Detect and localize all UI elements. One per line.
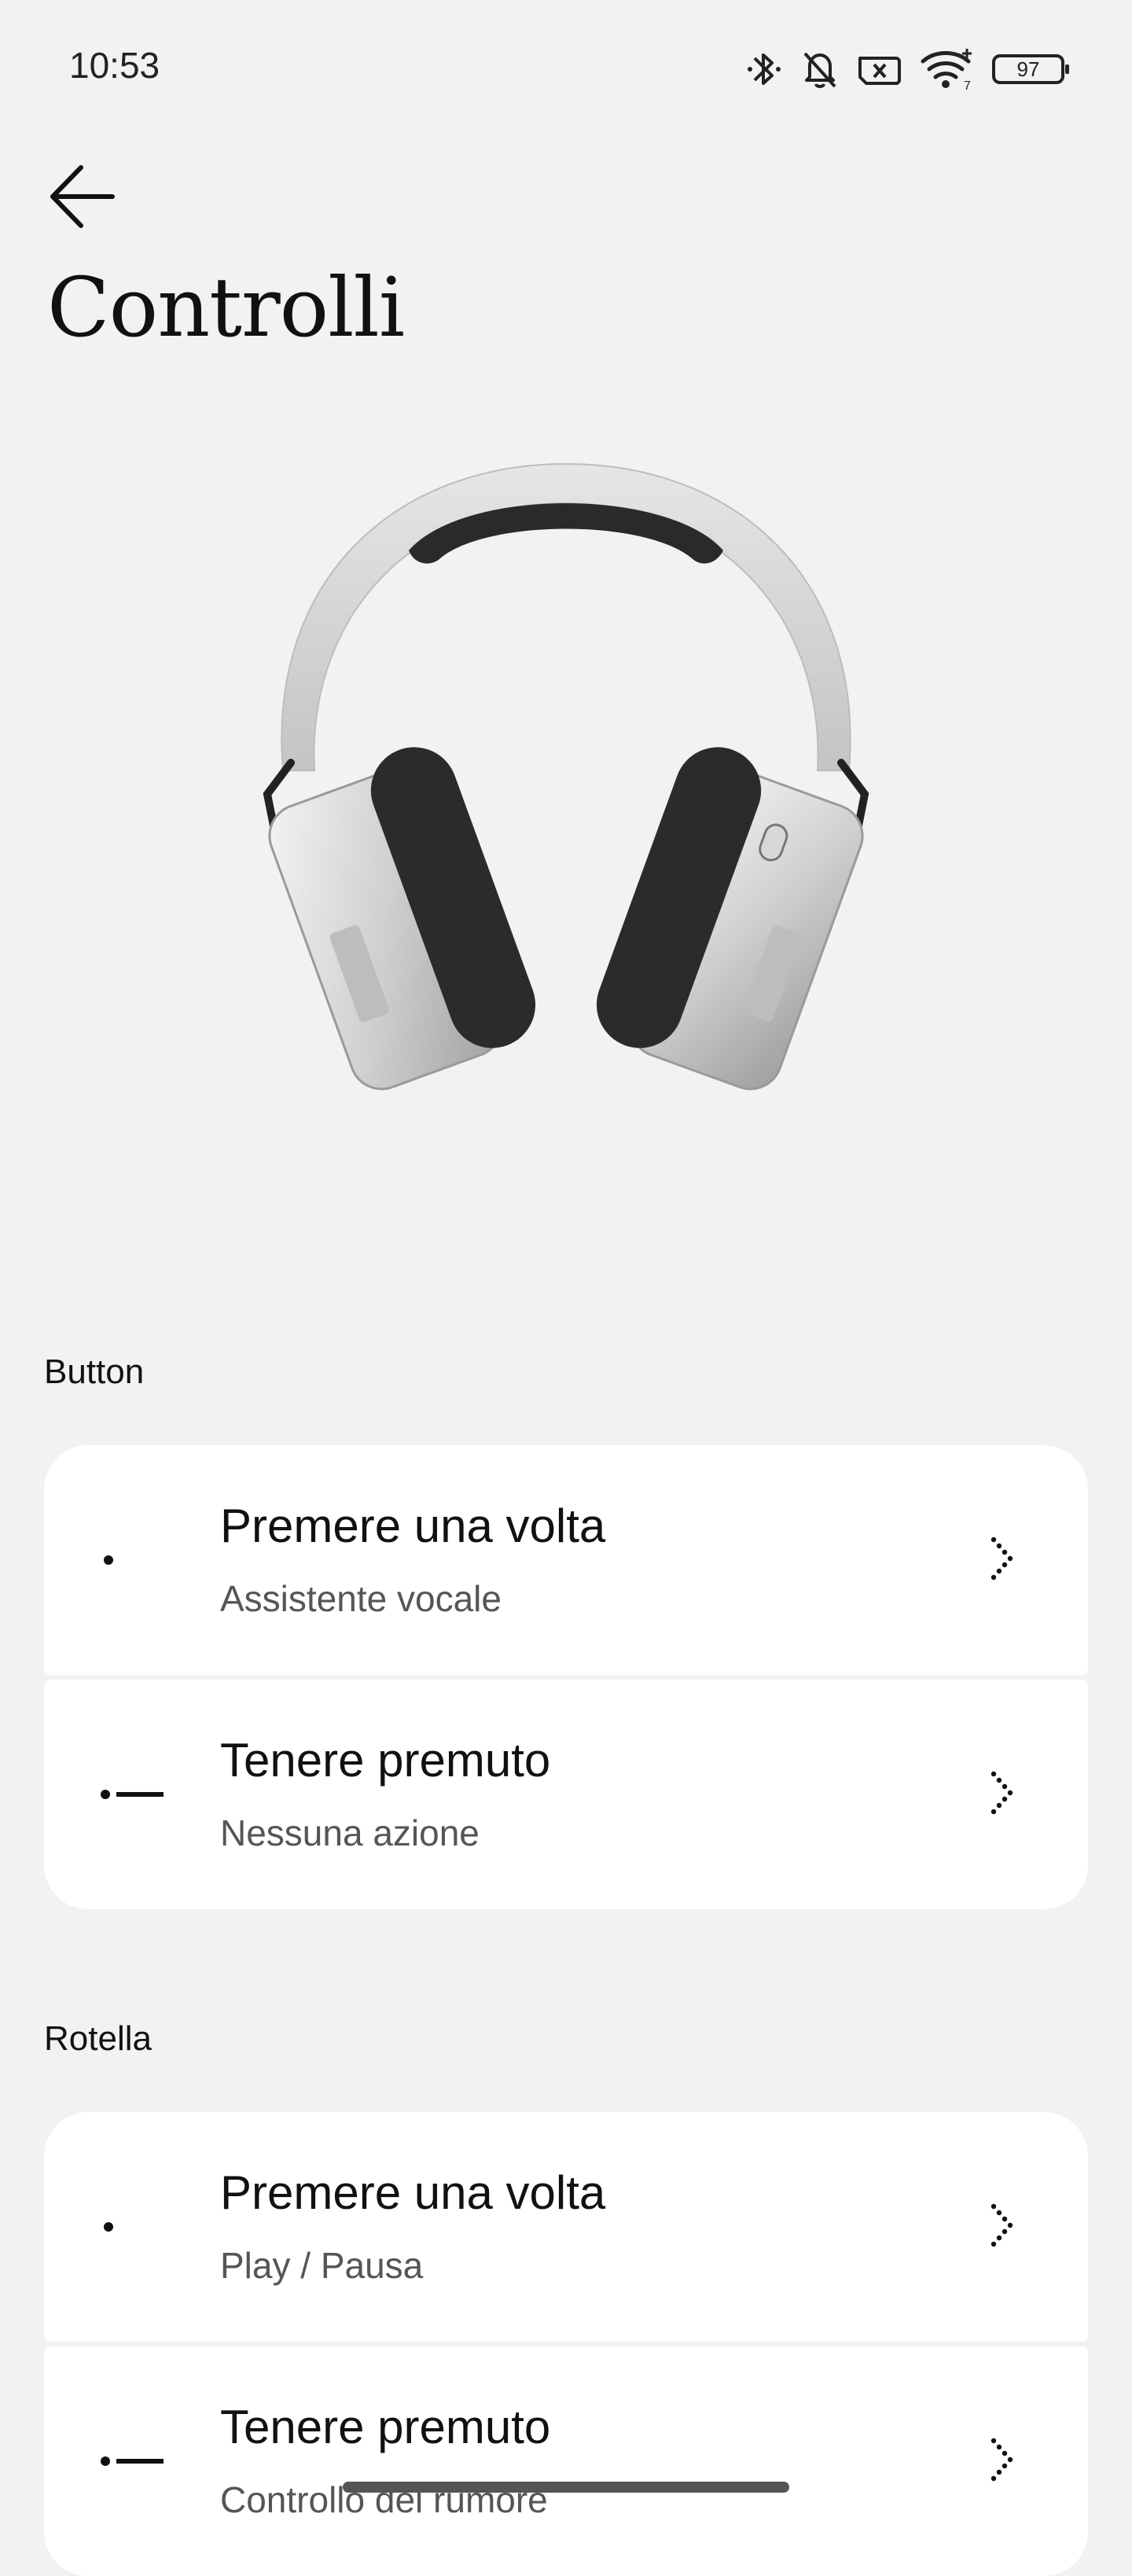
no-sim-icon xyxy=(857,52,902,86)
row-subtitle: Nessuna azione xyxy=(220,1812,480,1853)
single-press-icon xyxy=(99,1544,165,1576)
home-indicator[interactable] xyxy=(343,2482,789,2493)
status-icons: 7 97 xyxy=(747,47,1069,91)
rotella-single-press-row[interactable]: Premere una volta Play / Pausa xyxy=(44,2112,1088,2342)
button-controls-group: Premere una volta Assistente vocale Tene… xyxy=(44,1445,1088,1909)
back-button[interactable] xyxy=(41,157,123,239)
section-label-button: Button xyxy=(44,1352,145,1391)
arrow-left-icon xyxy=(46,161,117,236)
page-title: Controlli xyxy=(47,259,405,355)
long-press-icon xyxy=(99,1779,165,1810)
row-title: Tenere premuto xyxy=(220,2401,551,2453)
row-subtitle: Assistente vocale xyxy=(220,1578,502,1619)
section-label-rotella: Rotella xyxy=(44,2019,152,2058)
battery-icon: 97 xyxy=(992,54,1069,84)
row-title: Premere una volta xyxy=(220,2166,606,2219)
bell-off-icon xyxy=(799,47,840,91)
row-title: Premere una volta xyxy=(220,1500,606,1552)
status-time: 10:53 xyxy=(69,45,160,86)
rotella-long-press-row[interactable]: Tenere premuto Controllo del rumore xyxy=(44,2346,1088,2576)
long-press-icon xyxy=(99,2445,165,2477)
single-press-icon xyxy=(99,2211,165,2243)
rotella-controls-group: Premere una volta Play / Pausa Tenere pr… xyxy=(44,2112,1088,2576)
bluetooth-icon xyxy=(747,47,781,91)
battery-level: 97 xyxy=(1016,57,1040,81)
chevron-right-icon xyxy=(987,1533,1019,1584)
row-subtitle: Play / Pausa xyxy=(220,2245,424,2286)
wifi-icon: 7 xyxy=(920,47,975,91)
button-single-press-row[interactable]: Premere una volta Assistente vocale xyxy=(44,1445,1088,1675)
headphones-image xyxy=(236,440,896,1148)
svg-text:7: 7 xyxy=(964,79,971,91)
row-title: Tenere premuto xyxy=(220,1734,551,1787)
status-bar: 10:53 7 97 xyxy=(0,0,1132,138)
button-long-press-row[interactable]: Tenere premuto Nessuna azione xyxy=(44,1680,1088,1909)
chevron-right-icon xyxy=(987,1768,1019,1818)
chevron-right-icon xyxy=(987,2200,1019,2250)
chevron-right-icon xyxy=(987,2434,1019,2485)
